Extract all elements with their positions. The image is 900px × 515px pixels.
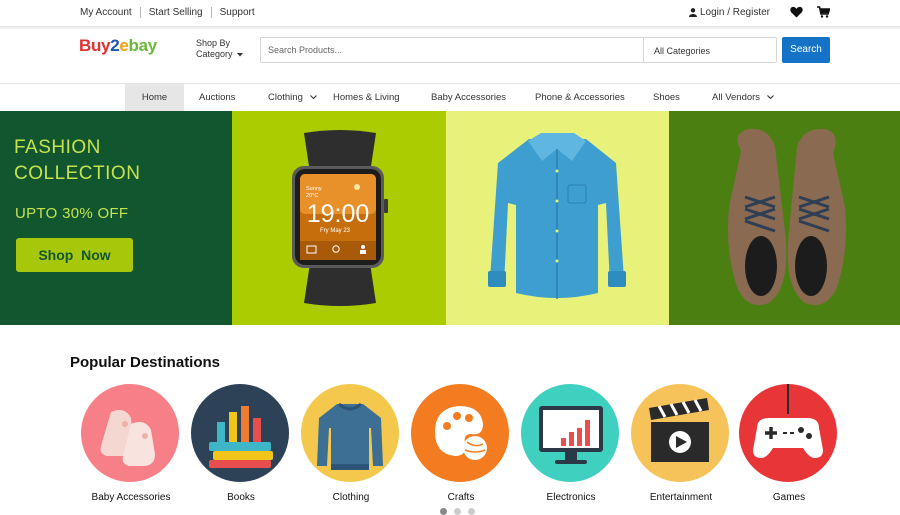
- heart-icon[interactable]: [790, 6, 803, 18]
- site-header: Buy2ebay Shop By Category All Categories…: [0, 30, 900, 84]
- search-bar: All Categories: [260, 37, 777, 63]
- category-label: Category: [196, 49, 233, 59]
- nav-item-auctions[interactable]: Auctions: [199, 84, 235, 111]
- search-input[interactable]: [261, 38, 643, 62]
- destination-entertainment[interactable]: Entertainment: [631, 384, 731, 503]
- shop-now-button[interactable]: Shop Now: [16, 238, 133, 272]
- monitor-icon: [539, 406, 603, 464]
- promo-panel: FASHION COLLECTION UPTO 30% OFF Shop Now: [0, 111, 232, 325]
- account-links: My Account Start Selling Support: [80, 7, 263, 18]
- my-account-link[interactable]: My Account: [80, 7, 140, 18]
- destination-electronics[interactable]: Electronics: [521, 384, 621, 503]
- login-register-link[interactable]: Login / Register: [688, 6, 770, 18]
- watch-weather: Sunny: [306, 186, 322, 192]
- nav-item-home[interactable]: Home: [125, 84, 184, 111]
- search-button[interactable]: Search: [782, 37, 830, 63]
- chevron-down-icon: [309, 95, 317, 100]
- smartwatch-panel: 19:00 Sunny 20°C Fry May 23: [232, 111, 446, 325]
- smartwatch-image: 19:00 Sunny 20°C Fry May 23: [292, 130, 388, 306]
- user-icon: [688, 7, 697, 17]
- shoes-panel: [669, 111, 900, 325]
- top-utility-bar: My Account Start Selling Support Login /…: [0, 0, 900, 26]
- gamepad-icon: [753, 384, 823, 458]
- shirt-image: [488, 133, 626, 299]
- watch-time: 19:00: [307, 200, 370, 228]
- shop-by-category-dropdown[interactable]: Shop By Category: [196, 38, 244, 60]
- watch-temp: 20°C: [306, 193, 318, 199]
- shirt-panel: [446, 111, 669, 325]
- login-register-label: Login / Register: [699, 6, 770, 18]
- hero-banner: FASHION COLLECTION UPTO 30% OFF Shop Now…: [0, 111, 900, 325]
- destination-label: Games: [772, 492, 806, 503]
- caret-down-icon: [237, 52, 244, 57]
- books-icon: [209, 406, 273, 468]
- nav-item-shoes[interactable]: Shoes: [653, 84, 680, 111]
- cart-icon[interactable]: [817, 6, 830, 18]
- category-select[interactable]: All Categories: [643, 38, 776, 62]
- banner-title: FASHION COLLECTION: [14, 137, 141, 184]
- clapperboard-icon: [649, 398, 709, 462]
- main-nav: Home Auctions Clothing Homes & Living Ba…: [0, 84, 900, 111]
- destination-books[interactable]: Books: [191, 384, 291, 503]
- destination-crafts[interactable]: Crafts: [411, 384, 511, 503]
- support-link[interactable]: Support: [210, 7, 263, 18]
- sweater-icon: [317, 402, 383, 470]
- nav-item-all-vendors[interactable]: All Vendors: [712, 84, 774, 111]
- nav-item-baby-accessories[interactable]: Baby Accessories: [431, 84, 506, 111]
- shoes-image: [728, 128, 846, 305]
- nav-item-homes-living[interactable]: Homes & Living: [333, 84, 400, 111]
- baby-booties-icon: [100, 410, 155, 466]
- nav-item-clothing[interactable]: Clothing: [268, 84, 317, 111]
- destination-clothing[interactable]: Clothing: [301, 384, 401, 503]
- nav-item-phone-accessories[interactable]: Phone & Accessories: [535, 84, 625, 111]
- palette-icon: [435, 406, 487, 460]
- chevron-down-icon: [766, 95, 774, 100]
- popular-destinations-title: Popular Destinations: [70, 354, 221, 371]
- destination-games[interactable]: Games: [739, 384, 839, 503]
- banner-offer: UPTO 30% OFF: [15, 205, 129, 222]
- start-selling-link[interactable]: Start Selling: [139, 7, 211, 18]
- site-logo[interactable]: Buy2ebay: [79, 36, 157, 56]
- shop-by-label: Shop By: [196, 38, 231, 48]
- destination-baby-accessories[interactable]: Baby Accessories: [81, 384, 181, 503]
- user-actions: Login / Register: [688, 6, 830, 18]
- watch-date: Fry May 23: [320, 228, 351, 234]
